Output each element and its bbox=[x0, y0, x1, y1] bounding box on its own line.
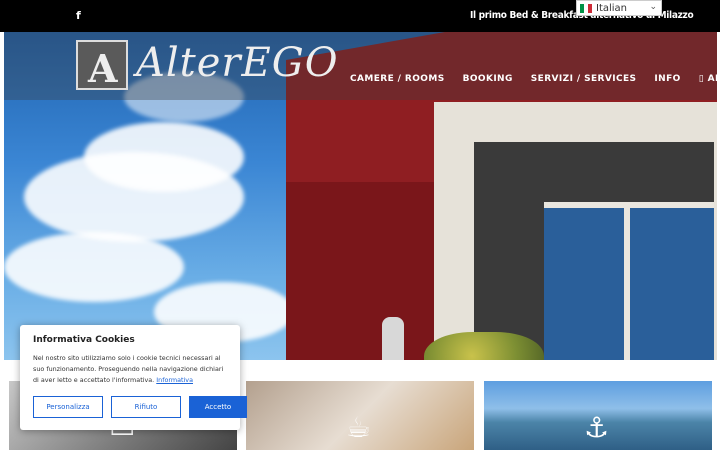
menu-item-info[interactable]: INFO bbox=[654, 74, 680, 84]
cookie-info-link[interactable]: Informativa bbox=[156, 376, 193, 384]
customize-button[interactable]: Personalizza bbox=[33, 396, 103, 418]
cookie-text: Nel nostro sito utilizziamo solo i cooki… bbox=[33, 354, 224, 384]
cookie-banner: Informativa Cookies Nel nostro sito util… bbox=[20, 325, 247, 430]
menu: CAMERE / ROOMS BOOKING SERVIZI / SERVICE… bbox=[350, 74, 720, 84]
cloud-shape bbox=[84, 122, 244, 192]
chevron-down-icon: ⌄ bbox=[649, 2, 657, 12]
coffee-cup-icon: ☕ bbox=[346, 411, 372, 444]
language-label: Italian bbox=[596, 2, 628, 14]
logo-text[interactable]: AlterEGO bbox=[136, 40, 339, 86]
menu-item-booking[interactable]: BOOKING bbox=[463, 74, 513, 84]
menu-item-rooms[interactable]: CAMERE / ROOMS bbox=[350, 74, 445, 84]
cookie-buttons: Personalizza Rifiuto Accetto bbox=[33, 396, 247, 418]
logo-mark[interactable]: A bbox=[76, 40, 128, 91]
tile-location[interactable]: ⚓ bbox=[484, 381, 712, 450]
tile-breakfast[interactable]: ☕ bbox=[246, 381, 474, 450]
reject-button[interactable]: Rifiuto bbox=[111, 396, 181, 418]
menu-item-app[interactable]: ▯ APP bbox=[699, 74, 720, 84]
anchor-icon: ⚓ bbox=[584, 411, 610, 444]
accept-button[interactable]: Accetto bbox=[189, 396, 247, 418]
cookie-title: Informativa Cookies bbox=[33, 335, 135, 345]
language-selector[interactable]: Italian ⌄ bbox=[576, 0, 662, 16]
facebook-icon[interactable]: f bbox=[76, 9, 81, 22]
window-glass bbox=[544, 202, 714, 360]
chimney-pipe bbox=[382, 317, 404, 360]
top-bar: f Il primo Bed & Breakfast alternativo d… bbox=[0, 0, 720, 32]
italy-flag-icon bbox=[580, 3, 592, 13]
cloud-shape bbox=[4, 232, 184, 302]
menu-item-services[interactable]: SERVIZI / SERVICES bbox=[531, 74, 637, 84]
